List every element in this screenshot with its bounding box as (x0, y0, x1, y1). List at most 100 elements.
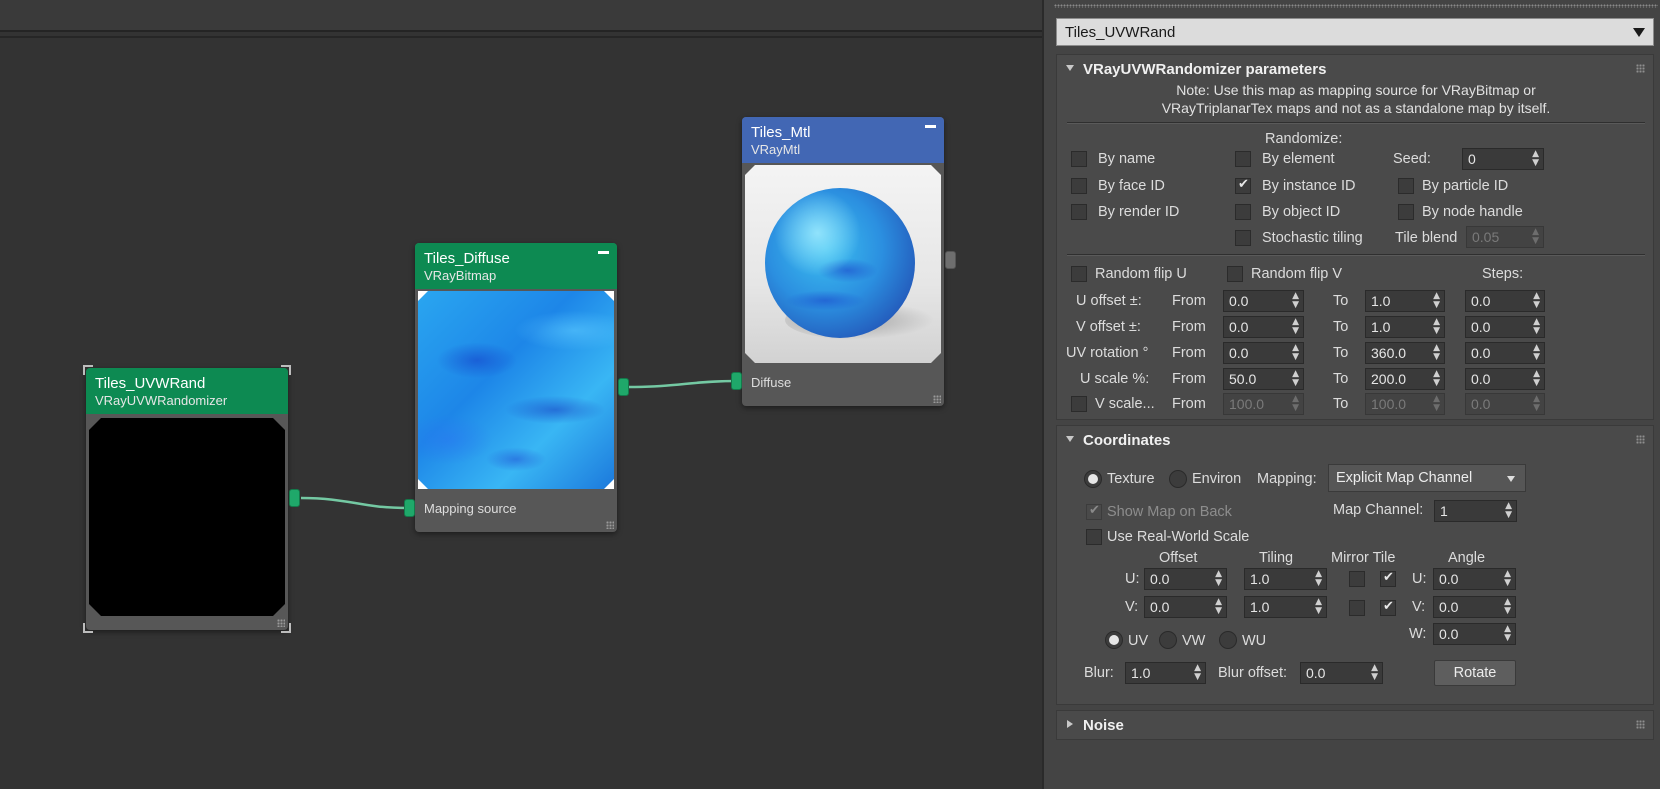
spinner-arrows-icon[interactable]: ▲ ▼ (1504, 570, 1511, 588)
spinner-arrows-icon[interactable]: ▲ ▼ (1505, 502, 1512, 520)
input-port-mapping-source[interactable] (404, 499, 415, 517)
map-name-dropdown[interactable]: Tiles_UVWRand (1056, 18, 1654, 46)
node-tiles-uvwrand[interactable]: Tiles_UVWRand VRayUVWRandomizer (83, 365, 291, 633)
by-render-id-checkbox[interactable] (1071, 204, 1087, 220)
spinner-arrows-icon[interactable]: ▲ ▼ (1533, 292, 1540, 310)
by-instance-id-checkbox[interactable] (1235, 177, 1251, 194)
u-mirror-checkbox[interactable] (1349, 571, 1365, 587)
texture-radio[interactable] (1084, 470, 1102, 488)
node-tiles-diffuse[interactable]: Tiles_Diffuse VRayBitmap Mapping source (415, 243, 617, 532)
node-header[interactable]: Tiles_Diffuse VRayBitmap (415, 243, 617, 289)
by-name-checkbox[interactable] (1071, 151, 1087, 167)
random-flip-u-checkbox[interactable] (1071, 266, 1087, 282)
by-object-id-checkbox[interactable] (1235, 204, 1251, 220)
vw-radio[interactable] (1159, 631, 1177, 649)
node-editor-canvas[interactable]: Tiles_UVWRand VRayUVWRandomizer Tiles_Di… (0, 0, 1100, 789)
v-offset-steps-spinner[interactable]: 0.0 ▲ ▼ (1465, 316, 1545, 338)
spinner-arrows-icon[interactable]: ▲ ▼ (1292, 292, 1299, 310)
spinner-arrows-icon[interactable]: ▲ ▼ (1292, 344, 1299, 362)
minimize-icon[interactable] (598, 251, 609, 254)
spinner-arrows-icon[interactable]: ▲ ▼ (1315, 570, 1322, 588)
spinner-arrows-icon[interactable]: ▲ ▼ (1371, 664, 1378, 682)
input-port-diffuse[interactable] (731, 372, 742, 390)
v-tile-checkbox[interactable] (1380, 599, 1396, 616)
spinner-arrows-icon[interactable]: ▲ ▼ (1433, 370, 1440, 388)
w-angle-spinner[interactable]: 0.0 ▲ ▼ (1433, 623, 1516, 645)
output-port[interactable] (618, 378, 629, 396)
by-node-handle-checkbox[interactable] (1398, 204, 1414, 220)
output-port[interactable] (289, 489, 300, 507)
environ-radio[interactable] (1169, 470, 1187, 488)
by-face-id-checkbox[interactable] (1071, 178, 1087, 194)
spinner-arrows-icon[interactable]: ▲ ▼ (1533, 395, 1540, 413)
rollout-header[interactable]: Noise (1057, 711, 1653, 739)
spinner-arrows-icon[interactable]: ▲ ▼ (1215, 570, 1222, 588)
resize-grip-icon[interactable] (606, 521, 614, 529)
rollout-header[interactable]: VRayUVWRandomizer parameters (1057, 55, 1653, 83)
v-offset-spinner[interactable]: 0.0 ▲ ▼ (1144, 596, 1227, 618)
spinner-arrows-icon[interactable]: ▲ ▼ (1533, 318, 1540, 336)
by-element-checkbox[interactable] (1235, 151, 1251, 167)
resize-grip-icon[interactable] (933, 395, 941, 403)
stochastic-tiling-checkbox[interactable] (1235, 230, 1251, 246)
mapping-dropdown[interactable]: Explicit Map Channel (1328, 464, 1526, 492)
v-offset-to-spinner[interactable]: 1.0 ▲ ▼ (1365, 316, 1445, 338)
spinner-arrows-icon[interactable]: ▲ ▼ (1533, 344, 1540, 362)
spinner-arrows-icon[interactable]: ▲ ▼ (1215, 598, 1222, 616)
spinner-arrows-icon[interactable]: ▲ ▼ (1433, 292, 1440, 310)
spinner-arrows-icon[interactable]: ▲ ▼ (1292, 395, 1299, 413)
minimize-icon[interactable] (925, 125, 936, 128)
wu-radio[interactable] (1219, 631, 1237, 649)
tile-blend-spinner[interactable]: 0.05 ▲ ▼ (1466, 226, 1544, 248)
v-scale-from-spinner[interactable]: 100.0 ▲ ▼ (1223, 393, 1304, 415)
use-real-world-scale-checkbox[interactable] (1086, 529, 1102, 545)
spinner-arrows-icon[interactable]: ▲ ▼ (1194, 664, 1201, 682)
spinner-arrows-icon[interactable]: ▲ ▼ (1533, 370, 1540, 388)
random-flip-v-checkbox[interactable] (1227, 266, 1243, 282)
v-tiling-spinner[interactable]: 1.0 ▲ ▼ (1244, 596, 1327, 618)
seed-spinner[interactable]: 0 ▲ ▼ (1462, 148, 1544, 170)
u-tile-checkbox[interactable] (1380, 570, 1396, 587)
blur-offset-spinner[interactable]: 0.0 ▲ ▼ (1300, 662, 1383, 684)
rollout-header[interactable]: Coordinates (1057, 426, 1653, 454)
v-scale-to-spinner[interactable]: 100.0 ▲ ▼ (1365, 393, 1445, 415)
spinner-arrows-icon[interactable]: ▲ ▼ (1433, 344, 1440, 362)
by-particle-id-checkbox[interactable] (1398, 178, 1414, 194)
spinner-arrows-icon[interactable]: ▲ ▼ (1433, 395, 1440, 413)
grip-icon[interactable] (1636, 435, 1645, 444)
v-offset-from-spinner[interactable]: 0.0 ▲ ▼ (1223, 316, 1304, 338)
u-scale-from-spinner[interactable]: 50.0 ▲ ▼ (1223, 368, 1304, 390)
u-tiling-spinner[interactable]: 1.0 ▲ ▼ (1244, 568, 1327, 590)
spinner-arrows-icon[interactable]: ▲ ▼ (1315, 598, 1322, 616)
spinner-arrows-icon[interactable]: ▲ ▼ (1292, 318, 1299, 336)
spinner-arrows-icon[interactable]: ▲ ▼ (1504, 598, 1511, 616)
grip-icon[interactable] (1636, 64, 1645, 73)
spinner-arrows-icon[interactable]: ▲ ▼ (1433, 318, 1440, 336)
u-offset-steps-spinner[interactable]: 0.0 ▲ ▼ (1465, 290, 1545, 312)
node-tiles-mtl[interactable]: Tiles_Mtl VRayMtl Diffuse (742, 117, 944, 406)
rotate-button[interactable]: Rotate (1434, 660, 1516, 686)
blur-spinner[interactable]: 1.0 ▲ ▼ (1125, 662, 1206, 684)
uv-rotation-steps-spinner[interactable]: 0.0 ▲ ▼ (1465, 342, 1545, 364)
u-offset-to-spinner[interactable]: 1.0 ▲ ▼ (1365, 290, 1445, 312)
v-angle-spinner[interactable]: 0.0 ▲ ▼ (1433, 596, 1516, 618)
node-header[interactable]: Tiles_UVWRand VRayUVWRandomizer (86, 368, 288, 414)
node-header[interactable]: Tiles_Mtl VRayMtl (742, 117, 944, 163)
grip-icon[interactable] (1636, 720, 1645, 729)
uv-rotation-to-spinner[interactable]: 360.0 ▲ ▼ (1365, 342, 1445, 364)
u-scale-to-spinner[interactable]: 200.0 ▲ ▼ (1365, 368, 1445, 390)
show-map-on-back-checkbox[interactable] (1086, 503, 1102, 520)
spinner-arrows-icon[interactable]: ▲ ▼ (1504, 625, 1511, 643)
v-scale-steps-spinner[interactable]: 0.0 ▲ ▼ (1465, 393, 1545, 415)
v-scale-lock-checkbox[interactable] (1071, 396, 1087, 412)
spinner-arrows-icon[interactable]: ▲ ▼ (1532, 150, 1539, 168)
map-channel-spinner[interactable]: 1 ▲ ▼ (1434, 500, 1517, 522)
uv-radio[interactable] (1105, 631, 1123, 649)
spinner-arrows-icon[interactable]: ▲ ▼ (1532, 228, 1539, 246)
u-scale-steps-spinner[interactable]: 0.0 ▲ ▼ (1465, 368, 1545, 390)
u-offset-spinner[interactable]: 0.0 ▲ ▼ (1144, 568, 1227, 590)
spinner-arrows-icon[interactable]: ▲ ▼ (1292, 370, 1299, 388)
v-mirror-checkbox[interactable] (1349, 600, 1365, 616)
panel-drag-handle[interactable] (1054, 4, 1658, 8)
u-offset-from-spinner[interactable]: 0.0 ▲ ▼ (1223, 290, 1304, 312)
